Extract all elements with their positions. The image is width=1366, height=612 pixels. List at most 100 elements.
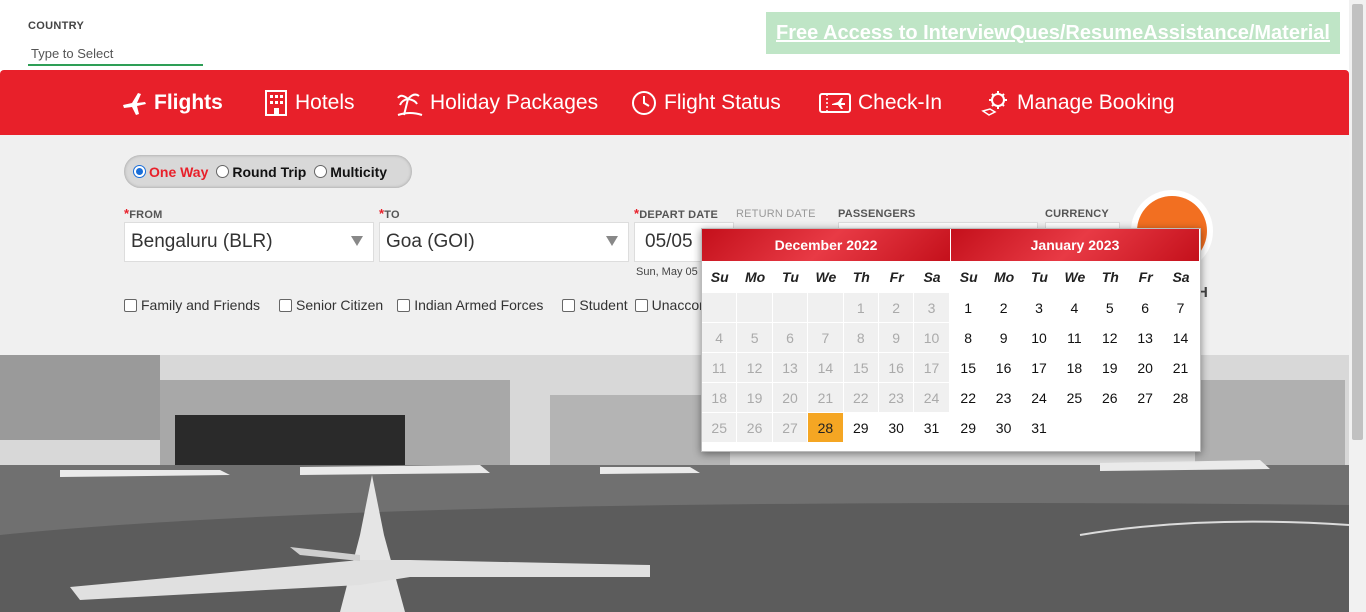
checkbox[interactable]	[562, 298, 576, 312]
trip-round-trip[interactable]: Round Trip	[216, 164, 306, 180]
calendar-day[interactable]: 30	[986, 413, 1021, 442]
nav-flights[interactable]: Flights	[120, 70, 223, 135]
promo-link[interactable]: Free Access to InterviewQues/ResumeAssis…	[776, 22, 1330, 45]
check-senior-citizen[interactable]: Senior Citizen	[279, 297, 383, 313]
weekday-label: Su	[959, 269, 978, 285]
nav-manage-booking[interactable]: Manage Booking	[981, 70, 1175, 135]
calendar-day: 2	[878, 293, 914, 322]
weekday-label: Th	[1101, 269, 1119, 285]
country-selector: COUNTRY	[28, 20, 203, 66]
calendar-day: 17	[914, 353, 949, 382]
month-title: December 2022	[702, 229, 950, 261]
calendar-day[interactable]: 30	[878, 413, 914, 442]
to-value: Goa (GOI)	[386, 231, 475, 252]
country-input[interactable]	[28, 42, 203, 66]
depart-label: *DEPART DATE	[634, 206, 719, 221]
calendar-day: 19	[737, 383, 772, 412]
calendar-day[interactable]: 5	[1092, 293, 1127, 322]
from-label-text: FROM	[129, 209, 163, 221]
calendar-day[interactable]: 28	[1163, 383, 1198, 412]
calendar-day[interactable]: 12	[1092, 323, 1127, 352]
check-family-friends[interactable]: Family and Friends	[124, 297, 260, 313]
check-armed-forces[interactable]: Indian Armed Forces	[397, 297, 543, 313]
radio-round-trip[interactable]	[216, 165, 230, 178]
calendar-day: 26	[737, 413, 772, 442]
nav-label: Manage Booking	[1017, 90, 1175, 114]
calendar-day[interactable]: 15	[951, 353, 986, 382]
calendar-day[interactable]: 13	[1127, 323, 1163, 352]
weekday-label: We	[1064, 269, 1086, 285]
weekday-label: Fr	[889, 269, 904, 285]
calendar-day: 13	[772, 353, 808, 382]
scrollbar-thumb[interactable]	[1352, 4, 1363, 440]
boarding-pass-icon	[819, 92, 851, 113]
calendar-day[interactable]: 27	[1127, 383, 1163, 412]
check-unaccompanied[interactable]: Unaccom	[634, 297, 711, 313]
checkbox[interactable]	[124, 298, 137, 312]
calendar-day[interactable]: 10	[1021, 323, 1057, 352]
calendar-day: 18	[702, 383, 737, 412]
from-value: Bengaluru (BLR)	[131, 231, 273, 252]
trip-one-way[interactable]: One Way	[133, 164, 208, 180]
radio-one-way[interactable]	[133, 165, 146, 178]
calendar-day[interactable]: 3	[1021, 293, 1057, 322]
check-label: Family and Friends	[141, 297, 261, 313]
calendar-day[interactable]: 31	[914, 413, 949, 442]
building-icon	[265, 89, 287, 116]
calendar-day: 14	[808, 353, 843, 382]
country-label: COUNTRY	[28, 20, 85, 32]
weekday-label: Fr	[1138, 269, 1153, 285]
calendar-day: 25	[702, 413, 737, 442]
calendar-day[interactable]: 23	[986, 383, 1021, 412]
nav-hotels[interactable]: Hotels	[263, 70, 355, 135]
calendar-day[interactable]: 24	[1021, 383, 1057, 412]
check-student[interactable]: Student	[562, 297, 628, 313]
calendar-day[interactable]: 1	[951, 293, 986, 322]
month-title: January 2023	[951, 229, 1199, 261]
calendar-day[interactable]: 2	[986, 293, 1021, 322]
nav-holiday-packages[interactable]: Holiday Packages	[396, 70, 598, 135]
calendar-day[interactable]: 22	[951, 383, 986, 412]
calendar-day[interactable]: 8	[951, 323, 986, 352]
nav-flight-status[interactable]: Flight Status	[630, 70, 781, 135]
calendar-day[interactable]: 21	[1163, 353, 1198, 382]
to-select[interactable]: Goa (GOI)	[379, 222, 629, 262]
calendar-day[interactable]: 9	[986, 323, 1021, 352]
weekday-label: We	[815, 269, 837, 285]
calendar-day[interactable]: 6	[1127, 293, 1163, 322]
nav-label: Flights	[154, 90, 223, 114]
calendar-day[interactable]: 31	[1021, 413, 1057, 442]
trip-one-way-label: One Way	[149, 163, 209, 180]
palm-tree-icon	[397, 93, 423, 116]
gear-hand-icon	[981, 90, 1007, 116]
calendar-day: 11	[702, 353, 737, 382]
radio-multicity[interactable]	[314, 165, 328, 178]
checkbox[interactable]	[397, 298, 411, 312]
checkbox[interactable]	[279, 298, 293, 312]
chevron-down-icon	[606, 236, 618, 246]
calendar-day[interactable]: 25	[1057, 383, 1092, 412]
calendar-day[interactable]: 4	[1057, 293, 1092, 322]
calendar-day[interactable]: 20	[1127, 353, 1163, 382]
trip-round-trip-label: Round Trip	[232, 163, 307, 180]
calendar-day[interactable]: 11	[1057, 323, 1092, 352]
checkbox[interactable]	[634, 298, 648, 312]
calendar-day[interactable]: 18	[1057, 353, 1092, 382]
plane-icon	[123, 92, 146, 115]
page-scrollbar[interactable]	[1349, 0, 1366, 612]
calendar-day: 9	[878, 323, 914, 352]
calendar-day-selected[interactable]: 28	[808, 413, 843, 442]
nav-check-in[interactable]: Check-In	[818, 70, 942, 135]
calendar-day[interactable]: 26	[1092, 383, 1127, 412]
trip-multicity[interactable]: Multicity	[314, 164, 387, 180]
calendar-day[interactable]: 29	[951, 413, 986, 442]
calendar-day: 24	[914, 383, 949, 412]
calendar-day[interactable]: 14	[1163, 323, 1198, 352]
calendar-day[interactable]: 19	[1092, 353, 1127, 382]
calendar-day[interactable]: 17	[1021, 353, 1057, 382]
calendar-month-2: January 2023 Su Mo Tu We Th Fr Sa 1 2 3 4 5 6 7 8 9 10 1…	[951, 229, 1199, 443]
from-select[interactable]: Bengaluru (BLR)	[124, 222, 374, 262]
calendar-day[interactable]: 16	[986, 353, 1021, 382]
calendar-day[interactable]: 7	[1163, 293, 1198, 322]
calendar-day[interactable]: 29	[843, 413, 878, 442]
